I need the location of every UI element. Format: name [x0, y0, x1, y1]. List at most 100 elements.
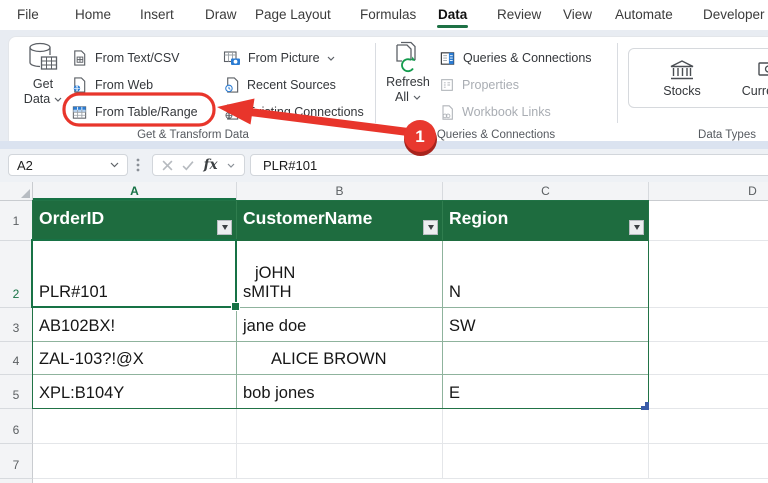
column-header-c[interactable]: C: [443, 182, 649, 201]
chevron-down-icon: [110, 162, 119, 168]
chevron-down-icon[interactable]: [227, 163, 235, 168]
cell-b4[interactable]: ALICE BROWN: [237, 342, 443, 375]
cell-c4[interactable]: [443, 342, 649, 375]
tab-draw[interactable]: Draw: [205, 0, 237, 30]
cell-d1[interactable]: [649, 201, 768, 241]
formula-input[interactable]: PLR#101: [250, 154, 768, 176]
tab-data[interactable]: Data: [436, 0, 469, 30]
cell-b6[interactable]: [237, 409, 443, 444]
cell-c6[interactable]: [443, 409, 649, 444]
stocks-button[interactable]: Stocks: [641, 49, 723, 107]
column-header-d[interactable]: D: [649, 182, 768, 201]
from-web-icon: [73, 77, 86, 93]
refresh-all-button[interactable]: Refresh All: [384, 41, 432, 105]
group-divider: [375, 43, 376, 123]
cell-c7[interactable]: [443, 444, 649, 479]
formula-buttons: fx: [152, 154, 245, 176]
refresh-all-icon: [396, 41, 416, 73]
cell-a3[interactable]: AB102BX!: [33, 308, 237, 342]
table-header-orderid[interactable]: OrderID: [33, 201, 237, 241]
workbook-links-button[interactable]: Workbook Links: [439, 100, 551, 124]
tab-review[interactable]: Review: [497, 0, 541, 30]
refresh-all-label-line1: Refresh: [386, 75, 430, 89]
row-header-6[interactable]: 6: [0, 409, 33, 444]
cell-d7[interactable]: [649, 444, 768, 479]
cell-d6[interactable]: [649, 409, 768, 444]
cell-c5[interactable]: E: [443, 375, 649, 409]
from-table-range-icon: [72, 105, 87, 119]
tab-file[interactable]: File: [17, 0, 39, 30]
currencies-button[interactable]: Currencies: [731, 49, 768, 107]
row-header-5[interactable]: 5: [0, 375, 33, 409]
row-header-1[interactable]: 1: [0, 201, 33, 241]
tab-formulas[interactable]: Formulas: [360, 0, 416, 30]
tab-page-layout[interactable]: Page Layout: [255, 0, 331, 30]
recent-sources-icon: [225, 77, 239, 93]
existing-connections-icon: [225, 104, 239, 120]
filter-arrow-icon: [633, 225, 640, 230]
table-header-region[interactable]: Region: [443, 201, 649, 241]
row-header-8[interactable]: [0, 479, 33, 483]
tab-view[interactable]: View: [563, 0, 592, 30]
filter-dropdown-customername[interactable]: [423, 220, 438, 235]
from-text-csv-button[interactable]: From Text/CSV: [71, 46, 180, 70]
row-header-4[interactable]: 4: [0, 342, 33, 375]
drag-handle-icon[interactable]: [136, 157, 140, 173]
cell-c3[interactable]: SW: [443, 308, 649, 342]
cell-a4[interactable]: ZAL-103?!@X: [33, 342, 237, 375]
cell-a5[interactable]: XPL:B104Y: [33, 375, 237, 409]
existing-connections-button[interactable]: Existing Connections: [223, 100, 364, 124]
filter-arrow-icon: [221, 225, 228, 230]
tab-automate[interactable]: Automate: [615, 0, 673, 30]
ribbon-panel: Get Data From Text/CSV From Web From Tab…: [8, 36, 768, 143]
enter-icon[interactable]: [182, 160, 194, 171]
cell-b5[interactable]: bob jones: [237, 375, 443, 409]
cell-a7[interactable]: [33, 444, 237, 479]
tab-home[interactable]: Home: [75, 0, 111, 30]
column-header-a[interactable]: A: [33, 182, 237, 201]
cell-b3[interactable]: jane doe: [237, 308, 443, 342]
row-header-7[interactable]: 7: [0, 444, 33, 479]
cell-b7[interactable]: [237, 444, 443, 479]
from-web-button[interactable]: From Web: [71, 73, 153, 97]
get-data-button[interactable]: Get Data: [19, 41, 67, 107]
recent-sources-button[interactable]: Recent Sources: [223, 73, 336, 97]
chevron-down-icon: [54, 97, 62, 102]
name-box[interactable]: A2: [8, 154, 128, 176]
group-label-data-types: Data Types: [698, 129, 756, 141]
cell-reference: A2: [17, 157, 33, 173]
filter-dropdown-region[interactable]: [629, 220, 644, 235]
cell-d2[interactable]: [649, 241, 768, 308]
get-data-label-line1: Get: [32, 77, 54, 91]
from-table-range-button[interactable]: From Table/Range: [71, 100, 198, 124]
cell-c2[interactable]: N: [443, 241, 649, 308]
row-header-2[interactable]: 2: [0, 241, 33, 308]
properties-button[interactable]: Properties: [439, 73, 519, 97]
formula-value: PLR#101: [263, 157, 318, 173]
queries-connections-icon: [440, 51, 455, 65]
row-header-3[interactable]: 3: [0, 308, 33, 342]
tab-developer[interactable]: Developer: [703, 0, 765, 30]
stocks-icon: [670, 60, 694, 80]
cell-a2-selected[interactable]: PLR#101: [33, 241, 237, 308]
tab-insert[interactable]: Insert: [140, 0, 174, 30]
insert-function-button[interactable]: fx: [204, 157, 218, 173]
select-all-button[interactable]: [0, 182, 33, 201]
workbook-links-icon: [442, 104, 453, 120]
cell-d5[interactable]: [649, 375, 768, 409]
cell-d3[interactable]: [649, 308, 768, 342]
filter-dropdown-orderid[interactable]: [217, 220, 232, 235]
queries-connections-button[interactable]: Queries & Connections: [439, 46, 592, 70]
cancel-icon[interactable]: [162, 160, 173, 171]
table-header-customername[interactable]: CustomerName: [237, 201, 443, 241]
cell-d4[interactable]: [649, 342, 768, 375]
group-label-get-transform: Get & Transform Data: [137, 129, 249, 141]
cell-b2[interactable]: jOHN sMITH: [237, 241, 443, 308]
from-picture-button[interactable]: From Picture: [223, 46, 335, 70]
cell-a6[interactable]: [33, 409, 237, 444]
data-types-gallery: Stocks Currencies: [628, 48, 768, 108]
column-header-b[interactable]: B: [237, 182, 443, 201]
filter-arrow-icon: [427, 225, 434, 230]
chevron-down-icon: [413, 95, 421, 100]
get-data-icon: [29, 42, 58, 70]
